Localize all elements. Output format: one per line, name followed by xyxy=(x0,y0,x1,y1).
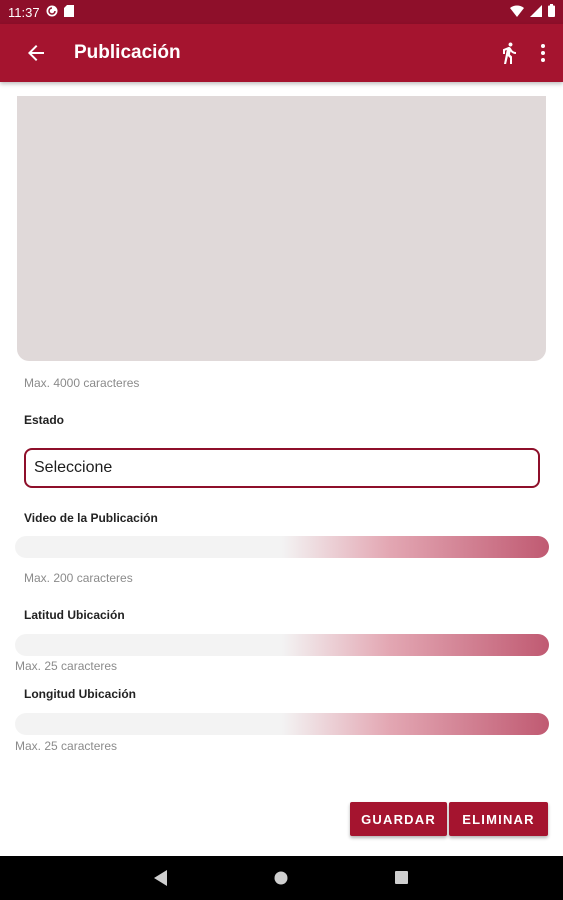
estado-select-value: Seleccione xyxy=(34,459,113,476)
nav-recents-icon[interactable] xyxy=(395,871,408,884)
system-nav-bar xyxy=(0,856,563,900)
nav-back-icon[interactable] xyxy=(154,870,168,886)
latitud-helper: Max. 25 caracteres xyxy=(15,659,118,673)
description-textarea[interactable] xyxy=(17,96,546,361)
estado-label: Estado xyxy=(24,413,65,427)
battery-icon xyxy=(548,4,555,20)
back-arrow-icon[interactable] xyxy=(24,41,48,65)
nav-home-icon[interactable] xyxy=(274,871,288,885)
app-bar: Publicación xyxy=(0,24,563,82)
wifi-icon xyxy=(510,4,524,20)
pocket-casts-icon xyxy=(46,5,58,20)
description-helper: Max. 4000 caracteres xyxy=(24,376,140,390)
longitud-helper: Max. 25 caracteres xyxy=(15,739,118,753)
latitud-label: Latitud Ubicación xyxy=(24,608,125,622)
signal-icon xyxy=(530,4,542,20)
video-input[interactable] xyxy=(15,536,549,558)
video-helper: Max. 200 caracteres xyxy=(24,571,133,585)
estado-select[interactable]: Seleccione xyxy=(24,448,540,488)
latitud-input[interactable] xyxy=(15,634,549,656)
save-button[interactable]: GUARDAR xyxy=(350,802,447,836)
delete-button[interactable]: ELIMINAR xyxy=(449,802,548,836)
page-title: Publicación xyxy=(74,42,181,63)
video-label: Video de la Publicación xyxy=(24,511,158,525)
more-vert-icon[interactable] xyxy=(537,41,549,65)
status-time: 11:37 xyxy=(8,4,40,20)
status-bar: 11:37 xyxy=(0,0,563,24)
longitud-input[interactable] xyxy=(15,713,549,735)
sd-card-icon xyxy=(63,4,74,20)
longitud-label: Longitud Ubicación xyxy=(24,687,136,701)
running-man-icon[interactable] xyxy=(497,41,521,65)
